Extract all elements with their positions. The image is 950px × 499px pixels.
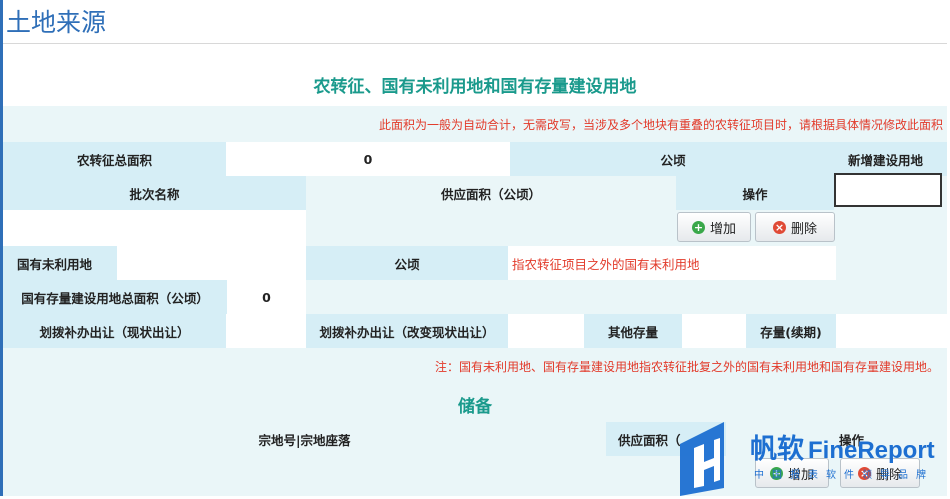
footnote-text: 注：国有未利用地、国有存量建设用地指农转征批复之外的国有未利用地和国有存量建设用… xyxy=(434,359,939,374)
finereport-logo: 帆软 FineReport 中国报表软件领导品牌 xyxy=(680,418,940,496)
delete-icon: × xyxy=(772,220,786,234)
plus-icon: + xyxy=(691,220,705,234)
stock-col-current-transfer: 划拨补办出让（现状出让） xyxy=(3,314,226,348)
stock-land-value[interactable]: 0 xyxy=(227,280,306,314)
col-operation: 操作 xyxy=(676,176,834,210)
finereport-logo-mark: 帆软 FineReport 中国报表软件领导品牌 xyxy=(680,422,935,496)
unused-land-hint: 指农转征项目之外的国有未利用地 xyxy=(508,246,836,280)
stock-land-spacer xyxy=(306,280,947,314)
total-area-label: 农转征总面积 xyxy=(3,142,226,176)
area-note: 此面积为一般为自动合计，无需改写，当涉及多个地块有重叠的农转征项目时，请根据具体… xyxy=(378,117,943,132)
unused-land-input[interactable] xyxy=(117,246,306,280)
new-land-label: 新增建设用地 xyxy=(836,142,947,176)
batch-empty-cell xyxy=(3,210,306,246)
add-batch-button[interactable]: + 增加 xyxy=(677,212,751,242)
svg-text:中国报表软件领导品牌: 中国报表软件领导品牌 xyxy=(754,468,934,481)
reserve-title: 储备 xyxy=(458,397,492,417)
delete-batch-button[interactable]: × 删除 xyxy=(755,212,835,242)
svg-text:帆软: 帆软 xyxy=(750,434,804,464)
col-supply-area: 供应面积（公顷） xyxy=(306,176,676,210)
stock-current-transfer-input[interactable] xyxy=(226,314,306,348)
col-batch-name: 批次名称 xyxy=(3,176,306,210)
unused-land-label: 国有未利用地 xyxy=(3,246,117,280)
delete-button-label: 删除 xyxy=(790,221,817,237)
page-title: 土地来源 xyxy=(6,8,107,37)
total-area-value[interactable]: 0 xyxy=(226,142,510,176)
reserve-col-parcel: 宗地号|宗地座落 xyxy=(3,422,606,456)
total-area-unit: 公顷 xyxy=(510,142,836,176)
new-land-input[interactable] xyxy=(834,173,942,207)
unused-land-spacer xyxy=(836,246,947,280)
stock-land-label: 国有存量建设用地总面积（公顷） xyxy=(3,280,227,314)
svg-text:FineReport: FineReport xyxy=(808,437,935,464)
stock-col-changed-transfer: 划拨补办出让（改变现状出让） xyxy=(306,314,508,348)
add-button-label: 增加 xyxy=(709,221,736,237)
unused-land-unit: 公顷 xyxy=(306,246,508,280)
stock-renewal-input[interactable] xyxy=(836,314,947,348)
stock-other-input[interactable] xyxy=(682,314,746,348)
section1-title: 农转征、国有未利用地和国有存量建设用地 xyxy=(313,77,637,97)
stock-col-other: 其他存量 xyxy=(584,314,682,348)
title-divider xyxy=(3,43,947,44)
stock-col-renewal: 存量(续期) xyxy=(746,314,836,348)
stock-changed-transfer-input[interactable] xyxy=(508,314,584,348)
